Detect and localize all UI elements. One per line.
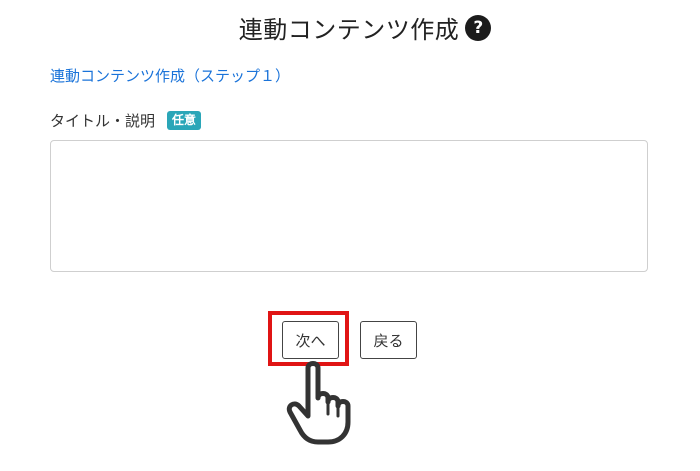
- page-title: 連動コンテンツ作成: [238, 16, 460, 44]
- description-textarea[interactable]: [50, 140, 648, 272]
- step-link[interactable]: 連動コンテンツ作成（ステップ１）: [50, 65, 290, 86]
- description-label: タイトル・説明: [50, 112, 156, 130]
- question-circle-icon[interactable]: ?: [465, 14, 492, 41]
- page: 連動コンテンツ作成 ? 連動コンテンツ作成（ステップ１） タイトル・説明 任意 …: [0, 0, 700, 471]
- optional-badge: 任意: [167, 111, 202, 130]
- back-button[interactable]: 戻る: [360, 321, 417, 359]
- hand-pointer-icon: [286, 361, 351, 445]
- title-row: 連動コンテンツ作成 ?: [0, 10, 700, 45]
- next-button[interactable]: 次へ: [282, 321, 339, 359]
- description-label-row: タイトル・説明 任意: [50, 110, 202, 131]
